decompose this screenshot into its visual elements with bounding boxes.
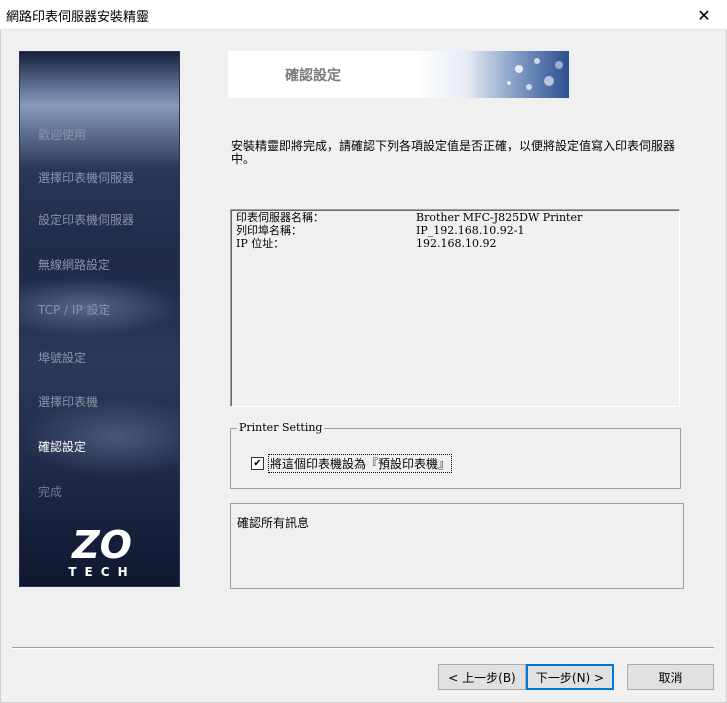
back-button[interactable]: < 上一步(B)	[438, 664, 526, 690]
printer-setting-legend: Printer Setting	[237, 421, 325, 434]
printer-setting-group: Printer Setting ✔ 將這個印表機設為『預設印表機』	[230, 421, 681, 489]
step-finish: 完成	[38, 485, 63, 499]
summary-label: IP 位址：	[236, 237, 285, 250]
footer-separator	[12, 647, 714, 649]
settings-summary-box: 印表伺服器名稱： Brother MFC-J825DW Printer 列印埠名…	[230, 209, 680, 407]
status-message: 確認所有訊息	[237, 516, 310, 530]
close-button[interactable]: ✕	[681, 0, 727, 30]
step-confirm-settings: 確認設定	[38, 440, 87, 454]
summary-value: IP_192.168.10.92-1	[416, 224, 525, 237]
logo-sub: TECH	[68, 565, 135, 578]
step-select-print-server: 選擇印表機伺服器	[38, 171, 135, 185]
step-configure-print-server: 設定印表機伺服器	[38, 213, 135, 227]
logo-main: ZO	[71, 523, 132, 567]
default-printer-label[interactable]: 將這個印表機設為『預設印表機』	[268, 454, 453, 473]
summary-value: Brother MFC-J825DW Printer	[416, 211, 583, 224]
header-decoration	[507, 58, 563, 90]
step-wireless-settings: 無線網路設定	[38, 258, 111, 272]
step-select-printer: 選擇印表機	[38, 395, 99, 409]
summary-label: 印表伺服器名稱：	[236, 211, 324, 224]
wizard-banner: 歡迎使用 選擇印表機伺服器 設定印表機伺服器 無線網路設定 TCP / IP 設…	[19, 51, 180, 587]
window-title: 網路印表伺服器安裝精靈	[6, 10, 150, 25]
step-tcpip-settings: TCP / IP 設定	[38, 303, 111, 317]
next-button[interactable]: 下一步(N) >	[526, 664, 614, 690]
cancel-button[interactable]: 取消	[627, 664, 714, 690]
default-printer-checkbox[interactable]: ✔	[251, 457, 264, 470]
checkmark-icon: ✔	[253, 457, 262, 469]
summary-value: 192.168.10.92	[416, 237, 497, 250]
message-box: 確認所有訊息	[230, 503, 684, 589]
summary-label: 列印埠名稱：	[236, 224, 302, 237]
description-text: 安裝精靈即將完成，請確認下列各項設定值是否正確，以便將設定值寫入印表伺服器中。	[231, 139, 676, 166]
zotech-logo: ZO TECH	[68, 523, 135, 578]
title-bar: 網路印表伺服器安裝精靈 ✕	[0, 0, 727, 30]
page-header: 確認設定	[228, 51, 569, 98]
page-title: 確認設定	[285, 68, 341, 84]
close-icon: ✕	[697, 5, 711, 25]
default-printer-option[interactable]: ✔ 將這個印表機設為『預設印表機』	[251, 454, 453, 473]
step-welcome: 歡迎使用	[38, 128, 87, 142]
step-port-settings: 埠號設定	[38, 351, 87, 365]
